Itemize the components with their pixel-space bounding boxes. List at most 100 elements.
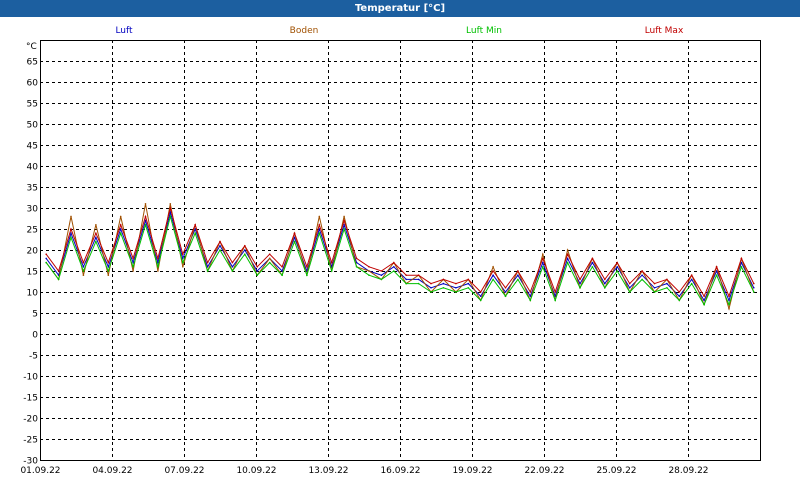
data-point	[542, 253, 544, 255]
temperature-chart: Luft Boden Luft Min Luft Max °C 65605550454…	[20, 26, 761, 476]
data-point	[393, 266, 395, 268]
data-point	[330, 261, 333, 264]
x-tick-label: 25.09.22	[596, 466, 636, 476]
data-point	[281, 266, 283, 268]
data-point	[45, 257, 47, 260]
data-point	[641, 278, 643, 281]
data-point	[492, 270, 494, 272]
data-point	[119, 232, 122, 234]
data-point	[144, 224, 147, 226]
chart-title-bar: Temperatur [°C]	[0, 0, 800, 17]
data-point	[144, 203, 147, 205]
data-point	[182, 266, 184, 268]
data-point	[479, 291, 482, 293]
data-point	[579, 282, 581, 285]
data-point	[417, 278, 420, 281]
data-point	[119, 224, 122, 226]
data-point	[467, 287, 470, 289]
legend-item: Luft Max	[645, 26, 684, 36]
data-point	[281, 274, 283, 277]
data-point	[169, 215, 172, 218]
data-point	[343, 219, 345, 222]
data-point	[492, 278, 494, 281]
data-point	[740, 257, 743, 260]
data-point	[517, 274, 519, 277]
data-point	[591, 261, 594, 264]
data-point	[653, 287, 656, 289]
y-tick-label: -15	[23, 394, 38, 404]
data-point	[678, 299, 681, 302]
data-point	[318, 224, 321, 226]
data-point	[715, 274, 718, 277]
data-point	[604, 278, 606, 281]
data-point	[144, 215, 147, 218]
data-point	[157, 266, 159, 268]
data-point	[566, 261, 569, 264]
data-point	[430, 282, 432, 285]
x-tick-label: 16.09.22	[380, 466, 420, 476]
data-point	[95, 224, 97, 226]
data-point	[479, 299, 482, 302]
data-point	[504, 287, 507, 289]
data-point	[715, 266, 718, 268]
data-point	[268, 261, 271, 264]
data-point	[616, 261, 618, 264]
x-tick-label: 10.09.22	[236, 466, 276, 476]
data-point	[70, 236, 72, 239]
data-point	[219, 240, 221, 243]
y-tick-label: 55	[27, 100, 38, 110]
legend-item: Boden	[290, 26, 319, 36]
x-tick-label: 19.09.22	[452, 466, 492, 476]
data-point	[492, 274, 494, 277]
y-tick-label: -25	[23, 436, 38, 446]
data-point	[318, 232, 321, 234]
data-point	[119, 228, 122, 230]
y-tick-label: 15	[27, 268, 38, 278]
data-point	[616, 270, 618, 272]
data-point	[492, 266, 494, 268]
data-point	[95, 232, 97, 234]
data-point	[393, 261, 395, 264]
data-point	[641, 270, 643, 272]
data-point	[70, 215, 72, 218]
data-point	[405, 282, 408, 285]
grid	[40, 40, 760, 461]
data-point	[641, 274, 643, 277]
data-point	[268, 253, 271, 255]
data-point	[306, 274, 308, 277]
data-point	[169, 207, 172, 209]
data-point	[467, 278, 470, 281]
y-tick-label: 10	[27, 289, 39, 299]
data-point	[479, 295, 482, 298]
data-point	[368, 270, 370, 272]
data-point	[542, 261, 544, 264]
data-point	[256, 266, 259, 268]
data-point	[405, 274, 408, 277]
x-tick-label: 04.09.22	[92, 466, 132, 476]
data-point	[355, 266, 358, 268]
x-axis: 01.09.22 04.09.22 07.09.22 10.09.22 13.09.22…	[20, 466, 708, 476]
data-point	[231, 261, 234, 264]
data-point	[616, 266, 618, 268]
data-point	[343, 215, 345, 218]
data-point	[728, 303, 730, 306]
y-tick-label: 65	[27, 58, 38, 68]
data-point	[182, 253, 184, 255]
data-point	[566, 257, 569, 260]
data-point	[430, 291, 432, 293]
data-point	[157, 270, 159, 272]
x-tick-label: 28.09.22	[668, 466, 708, 476]
data-point	[467, 282, 470, 285]
data-point	[206, 270, 209, 272]
data-point	[455, 287, 457, 289]
data-point	[268, 257, 271, 260]
data-point	[703, 303, 705, 306]
legend-item: Luft	[115, 26, 133, 36]
y-tick-label: 0	[32, 331, 38, 341]
y-tick-label: 50	[27, 121, 39, 131]
data-point	[517, 270, 519, 272]
y-tick-label: 25	[27, 226, 38, 236]
data-point	[455, 291, 457, 293]
data-point	[132, 257, 134, 260]
data-point	[45, 261, 47, 264]
